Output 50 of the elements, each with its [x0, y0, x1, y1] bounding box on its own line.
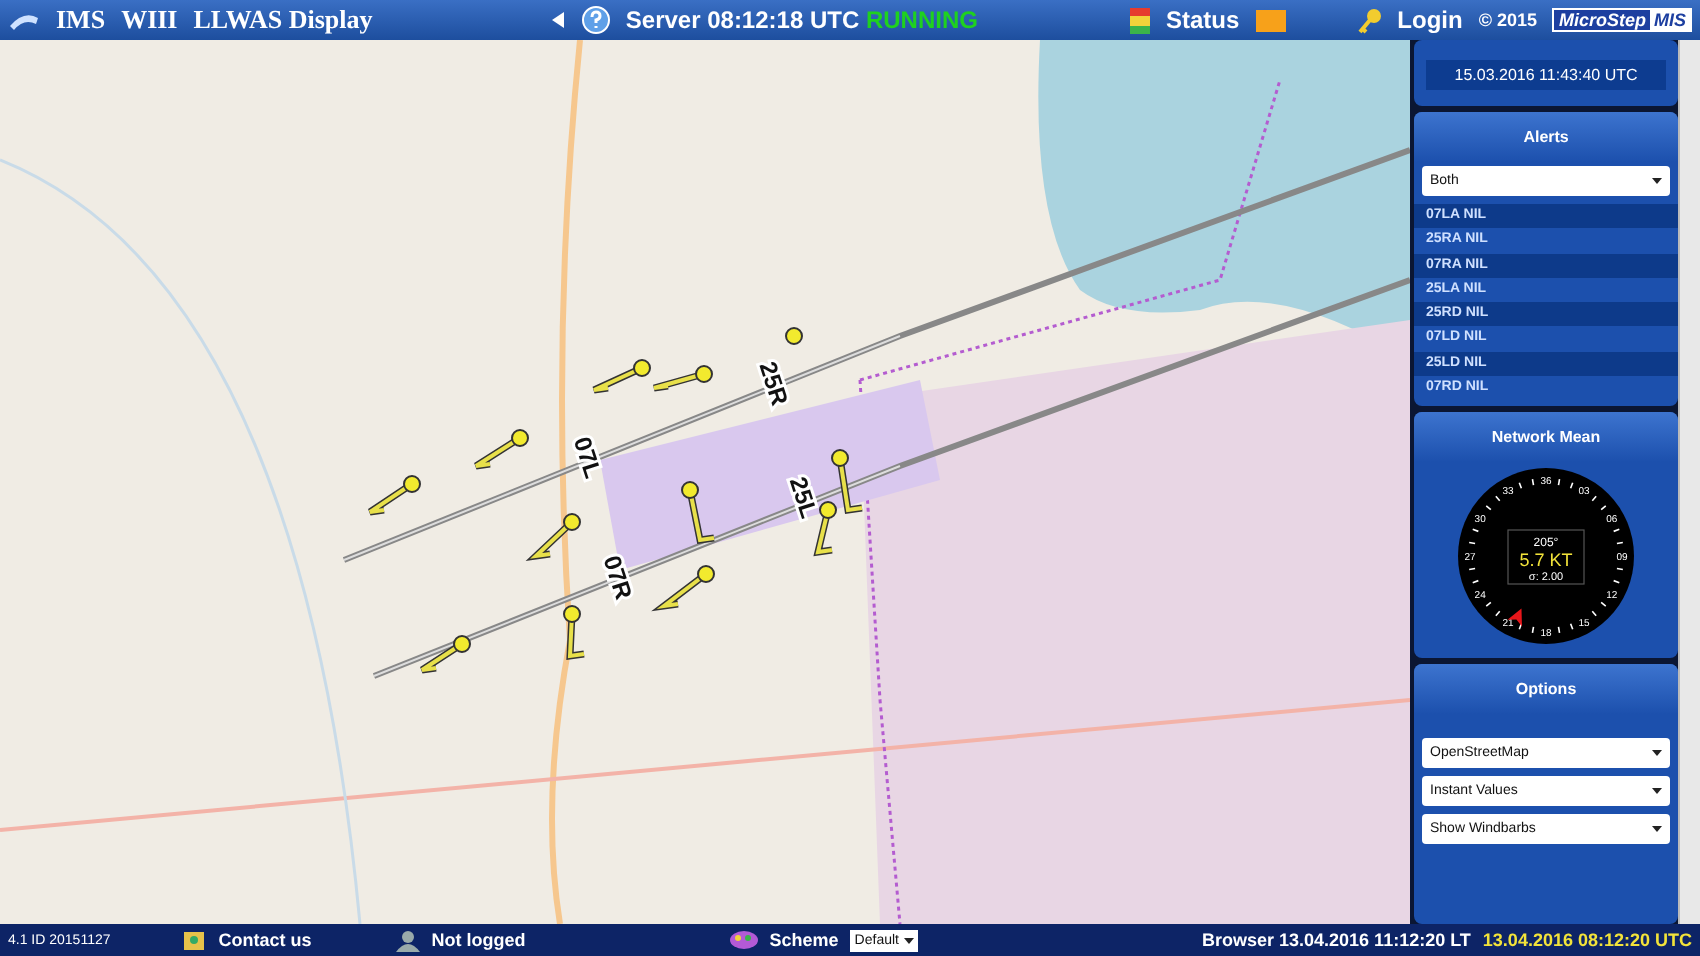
- help-icon[interactable]: [581, 6, 610, 34]
- panel-title: Network Mean: [1414, 412, 1679, 463]
- utc-time: 13.04.2016 08:12:20 UTC: [1482, 930, 1692, 950]
- user-icon: [395, 929, 420, 951]
- caret-icon: [1652, 788, 1663, 795]
- wind-barb: [681, 481, 715, 544]
- wind-barb: [563, 605, 585, 661]
- brand-logo: MicroStep MIS: [1552, 8, 1692, 32]
- wind-barb: [472, 429, 529, 470]
- runway-label: 07L: [567, 433, 608, 482]
- windshear-time: 15.03.2016 11:43:40 UTC: [1426, 60, 1667, 90]
- panel-title: Alerts: [1414, 112, 1679, 162]
- copyright: © 2015: [1478, 10, 1537, 30]
- wind-barb: [590, 359, 651, 394]
- panel-title: Options: [1414, 664, 1679, 715]
- back-icon[interactable]: [549, 12, 566, 28]
- caret-icon: [1652, 826, 1663, 833]
- scrollbar[interactable]: [1678, 40, 1700, 924]
- status-label: Status: [1165, 6, 1240, 34]
- wind-barb: [366, 475, 421, 516]
- readout-box: [1507, 530, 1585, 586]
- wind-barb: [650, 365, 713, 392]
- caret-icon: [1652, 178, 1663, 184]
- app-name: IMS: [56, 4, 106, 36]
- scheme-label: Scheme: [769, 930, 839, 950]
- contact-link[interactable]: Contact us: [218, 930, 312, 950]
- runway-label: 07R: [597, 552, 638, 603]
- status-indicator: [1255, 9, 1286, 31]
- wind-barb: [831, 449, 863, 514]
- wind-barb: [651, 565, 715, 612]
- key-icon: [1357, 7, 1382, 33]
- contact-icon: [182, 929, 207, 951]
- wind-barb: [525, 513, 581, 562]
- wind-arrow: [1507, 609, 1523, 628]
- login-state: Not logged: [431, 930, 526, 950]
- browser-time: Browser 13.04.2016 11:12:20 LT: [1202, 930, 1471, 950]
- sensor-dot: [785, 327, 803, 345]
- palette-icon: [729, 930, 758, 950]
- runway-label: 25L: [783, 473, 824, 522]
- page-title: LLWAS Display: [193, 4, 373, 36]
- status-icon: [1129, 7, 1150, 33]
- runway-label: 25R: [753, 358, 794, 409]
- caret-icon: [1652, 750, 1663, 757]
- speed-reading: 5.7 KT: [1519, 550, 1573, 571]
- login-link[interactable]: Login: [1397, 6, 1463, 34]
- wind-barb: [418, 635, 471, 674]
- server-time: Server 08:12:18 UTC RUNNING: [625, 6, 978, 34]
- caret-icon: [904, 937, 915, 943]
- wind-barb: [813, 501, 837, 557]
- station-code: WIII: [121, 4, 178, 36]
